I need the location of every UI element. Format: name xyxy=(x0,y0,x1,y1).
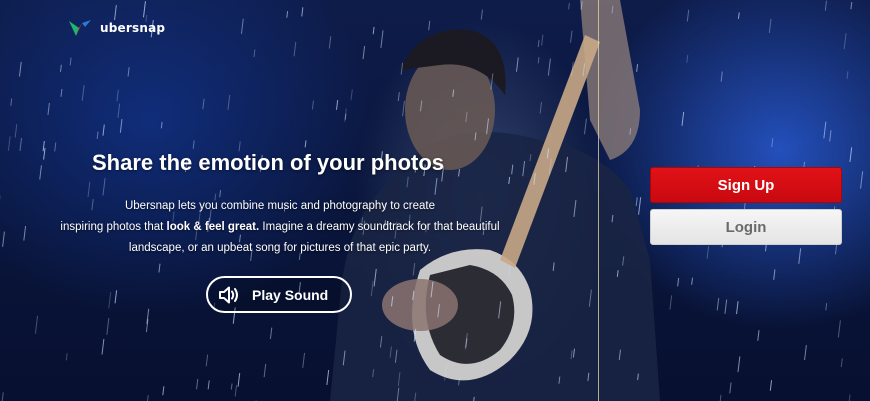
login-button[interactable]: Login xyxy=(650,209,842,245)
divider-line xyxy=(598,0,599,401)
speaker-icon xyxy=(219,286,238,303)
brand-name: ubersnap xyxy=(100,21,166,35)
desc-line-2-bold: look & feel great. xyxy=(166,221,260,233)
hero-description: Ubersnap lets you combine music and phot… xyxy=(30,196,530,259)
play-sound-button[interactable]: Play Sound xyxy=(206,276,352,313)
play-sound-label: Play Sound xyxy=(252,286,329,303)
desc-line-3: landscape, or an upbeat song for picture… xyxy=(128,242,432,254)
desc-line-1: Ubersnap lets you combine music and phot… xyxy=(124,200,436,212)
desc-line-2-pre: inspiring photos that xyxy=(60,221,167,233)
brand-logo[interactable]: ubersnap xyxy=(68,18,165,38)
sign-up-button[interactable]: Sign Up xyxy=(650,167,842,203)
desc-line-2-post: Imagine a dreamy soundtrack for that bea… xyxy=(259,221,500,233)
hero-headline: Share the emotion of your photos xyxy=(92,150,445,175)
ubersnap-logo-icon xyxy=(69,20,91,36)
